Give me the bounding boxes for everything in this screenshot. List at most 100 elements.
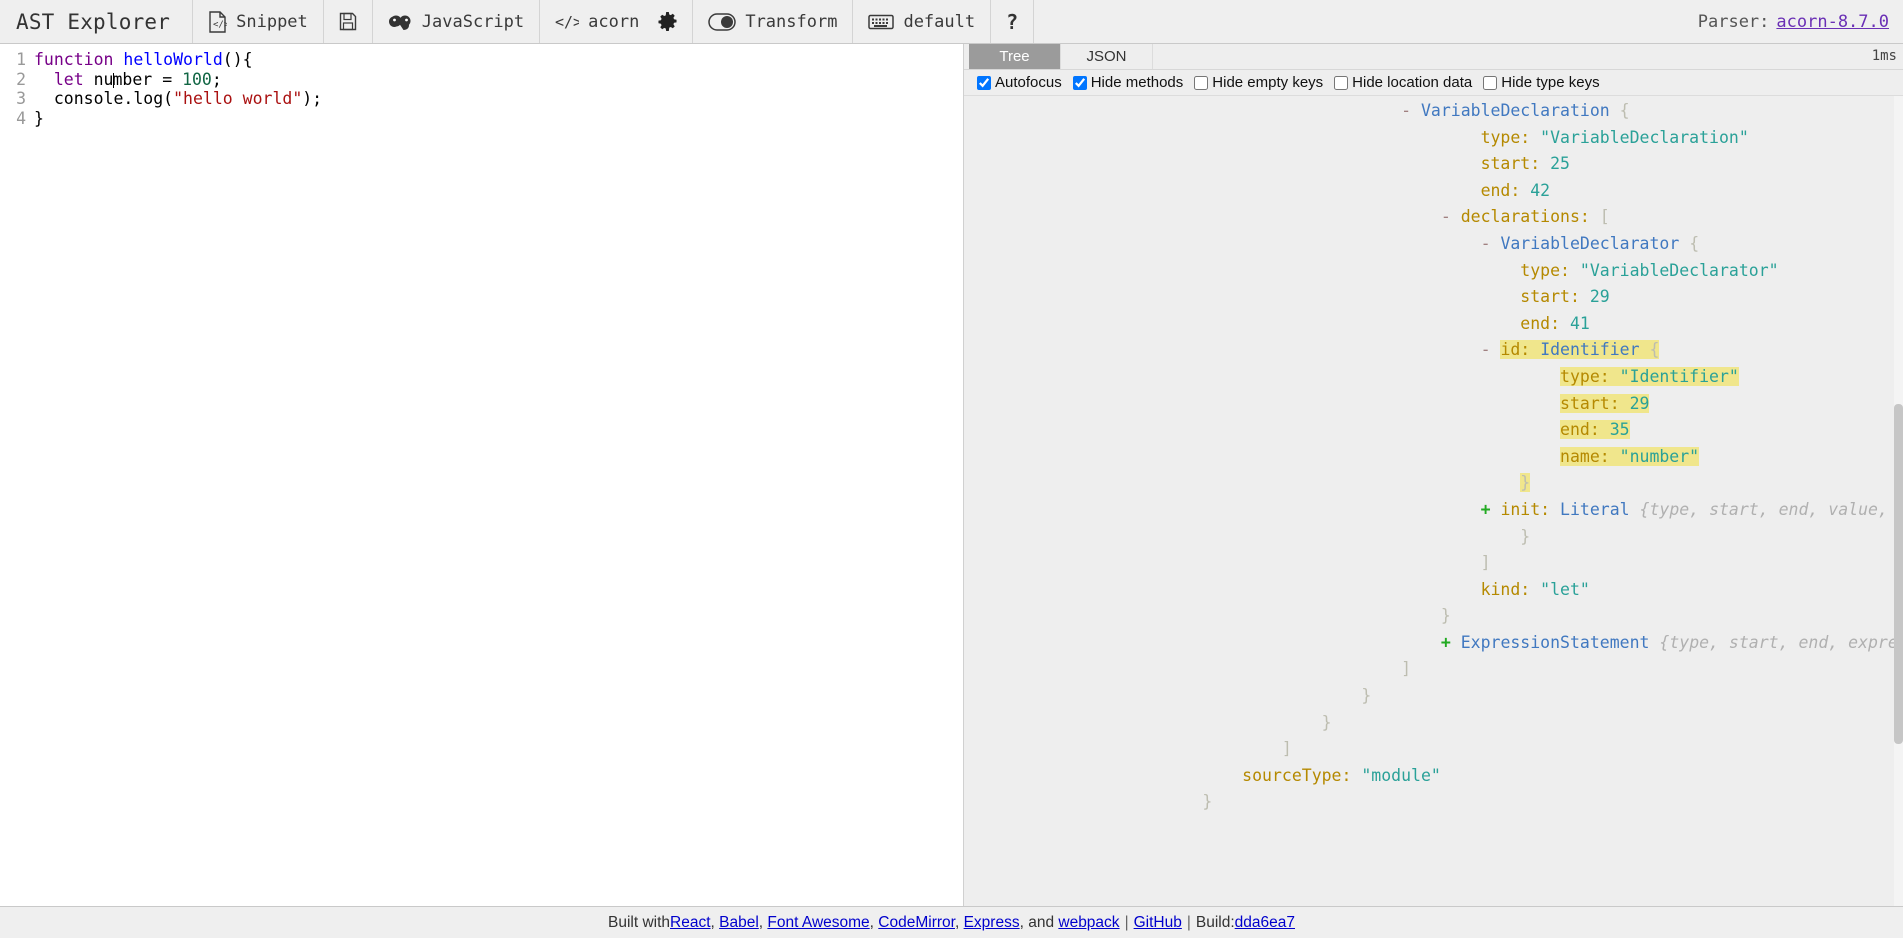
tree-scrollbar[interactable] xyxy=(1894,96,1903,906)
ast-indent xyxy=(964,447,1560,466)
option-hide-type-keys[interactable]: Hide type keys xyxy=(1483,74,1600,91)
checkbox-autofocus[interactable] xyxy=(977,75,991,90)
code-editor-pane[interactable]: 1 function helloWorld(){2 let number = 10… xyxy=(0,44,964,906)
ast-tree-row[interactable]: + ExpressionStatement {type, start, end,… xyxy=(964,630,1903,657)
checkbox-hide-methods[interactable] xyxy=(1072,75,1087,90)
keymap-selector[interactable]: default xyxy=(852,0,990,43)
ast-tree-row[interactable]: - declarations: [ xyxy=(964,204,1903,231)
ast-tree-row[interactable]: start: 29 xyxy=(964,391,1903,418)
option-hide-empty-keys[interactable]: Hide empty keys xyxy=(1194,74,1323,91)
footer-link-font-awesome[interactable]: Font Awesome xyxy=(767,914,869,931)
ast-tree-row[interactable]: } xyxy=(964,524,1903,551)
snippet-button[interactable]: </> Snippet xyxy=(192,0,323,43)
ast-tree-row[interactable]: - id: Identifier { xyxy=(964,337,1903,364)
tree-scrollbar-thumb[interactable] xyxy=(1894,403,1903,744)
ast-tree-row[interactable]: end: 42 xyxy=(964,178,1903,205)
ast-tree-row[interactable]: start: 29 xyxy=(964,284,1903,311)
option-label: Autofocus xyxy=(995,74,1062,91)
ast-tree-row[interactable]: end: 41 xyxy=(964,311,1903,338)
ast-tree[interactable]: - VariableDeclaration { type: "VariableD… xyxy=(964,96,1903,906)
ast-tree-row[interactable]: } xyxy=(964,603,1903,630)
ast-brace: ] xyxy=(1480,553,1491,573)
ast-indent xyxy=(964,128,1481,147)
ast-row-content: end: 42 xyxy=(1481,181,1551,200)
footer-text: , xyxy=(710,913,720,931)
option-autofocus[interactable]: Autofocus xyxy=(977,74,1062,91)
transform-toggle[interactable]: Transform xyxy=(692,0,852,43)
ast-tree-row[interactable]: type: "VariableDeclaration" xyxy=(964,125,1903,152)
ast-brace: [ xyxy=(1599,207,1610,227)
ast-row-content: } xyxy=(1441,606,1451,625)
option-hide-location-data[interactable]: Hide location data xyxy=(1334,74,1472,91)
ast-tree-row[interactable]: ] xyxy=(964,550,1903,577)
tab-json[interactable]: JSON xyxy=(1061,44,1153,69)
ast-tree-row[interactable]: - VariableDeclarator { xyxy=(964,231,1903,258)
footer-build-hash-link[interactable]: dda6ea7 xyxy=(1235,914,1295,932)
ast-tree-row[interactable]: } xyxy=(964,683,1903,710)
svg-text:</>: </> xyxy=(213,20,227,30)
save-button[interactable] xyxy=(322,0,372,43)
code-line[interactable]: 2 let number = 100; xyxy=(0,70,963,90)
code-punctuation: ); xyxy=(302,89,323,108)
collapse-toggle-icon[interactable]: - xyxy=(1401,101,1421,120)
ast-row-content: } xyxy=(1520,473,1531,493)
ast-tree-row[interactable]: type: "VariableDeclarator" xyxy=(964,258,1903,285)
ast-tree-row[interactable]: ] xyxy=(964,736,1903,763)
collapse-toggle-icon[interactable]: - xyxy=(1481,340,1501,359)
parser-label: acorn xyxy=(588,11,640,32)
ast-tree-row[interactable]: } xyxy=(964,470,1903,497)
option-label: Hide location data xyxy=(1352,74,1473,91)
code-identifier: mber xyxy=(112,69,153,89)
footer-link-react[interactable]: React xyxy=(670,914,711,931)
ast-tree-row[interactable]: + init: Literal {type, start, end, value… xyxy=(964,497,1903,524)
ast-tree-row[interactable]: sourceType: "module" xyxy=(964,763,1903,790)
ast-tree-row[interactable]: kind: "let" xyxy=(964,577,1903,604)
ast-tree-row[interactable]: - VariableDeclaration { xyxy=(964,98,1903,125)
code-editor[interactable]: 1 function helloWorld(){2 let number = 10… xyxy=(0,44,963,128)
footer-link-babel[interactable]: Babel xyxy=(719,914,759,931)
language-selector[interactable]: JavaScript xyxy=(371,0,539,43)
code-line[interactable]: 4} xyxy=(0,109,963,129)
line-number: 3 xyxy=(16,89,26,108)
footer-link-codemirror[interactable]: CodeMirror xyxy=(878,914,955,931)
ast-row-content: type: "VariableDeclarator" xyxy=(1520,261,1778,280)
ast-indent xyxy=(964,314,1520,333)
ast-tree-row[interactable]: type: "Identifier" xyxy=(964,364,1903,391)
ast-indent xyxy=(964,500,1481,519)
footer-link-webpack[interactable]: webpack xyxy=(1058,914,1119,931)
ast-number-value: 29 xyxy=(1589,287,1610,307)
ast-brace: } xyxy=(1520,473,1531,493)
code-number: 100 xyxy=(182,69,212,89)
collapse-toggle-icon[interactable]: - xyxy=(1441,207,1461,226)
top-toolbar: AST Explorer </> Snippet JavaScript </> … xyxy=(0,0,1903,44)
ast-property-key: type: xyxy=(1520,260,1580,280)
option-hide-methods[interactable]: Hide methods xyxy=(1072,74,1183,91)
tab-tree[interactable]: Tree xyxy=(969,44,1061,69)
checkbox-hide-empty-keys[interactable] xyxy=(1194,75,1209,90)
expand-toggle-icon[interactable]: + xyxy=(1441,633,1461,652)
code-line[interactable]: 1 function helloWorld(){ xyxy=(0,50,963,70)
expand-toggle-icon[interactable]: + xyxy=(1481,500,1501,519)
code-line[interactable]: 3 console.log("hello world"); xyxy=(0,89,963,109)
tab-tree-label: Tree xyxy=(999,48,1030,65)
collapse-toggle-icon[interactable]: - xyxy=(1481,234,1501,253)
checkbox-hide-type-keys[interactable] xyxy=(1483,75,1498,90)
checkbox-hide-location-data[interactable] xyxy=(1334,75,1349,90)
footer-link-express[interactable]: Express xyxy=(964,914,1020,931)
ast-tree-row[interactable]: name: "number" xyxy=(964,444,1903,471)
ast-property-key: init: xyxy=(1500,499,1561,519)
ast-tree-row[interactable]: } xyxy=(964,710,1903,737)
ast-tree-row[interactable]: ] xyxy=(964,656,1903,683)
ast-tree-row[interactable]: end: 35 xyxy=(964,417,1903,444)
parser-version-link[interactable]: acorn-8.7.0 xyxy=(1776,12,1889,32)
help-label: ? xyxy=(1006,9,1019,34)
footer-github-link[interactable]: GitHub xyxy=(1134,914,1182,932)
ast-tree-row[interactable]: } xyxy=(964,789,1903,816)
parser-selector[interactable]: </> acorn xyxy=(539,0,654,43)
help-button[interactable]: ? xyxy=(990,0,1033,43)
parse-timing: 1ms xyxy=(1871,48,1897,64)
ast-tree-row[interactable]: start: 25 xyxy=(964,151,1903,178)
ast-indent xyxy=(964,792,1202,811)
settings-button[interactable] xyxy=(654,0,692,43)
